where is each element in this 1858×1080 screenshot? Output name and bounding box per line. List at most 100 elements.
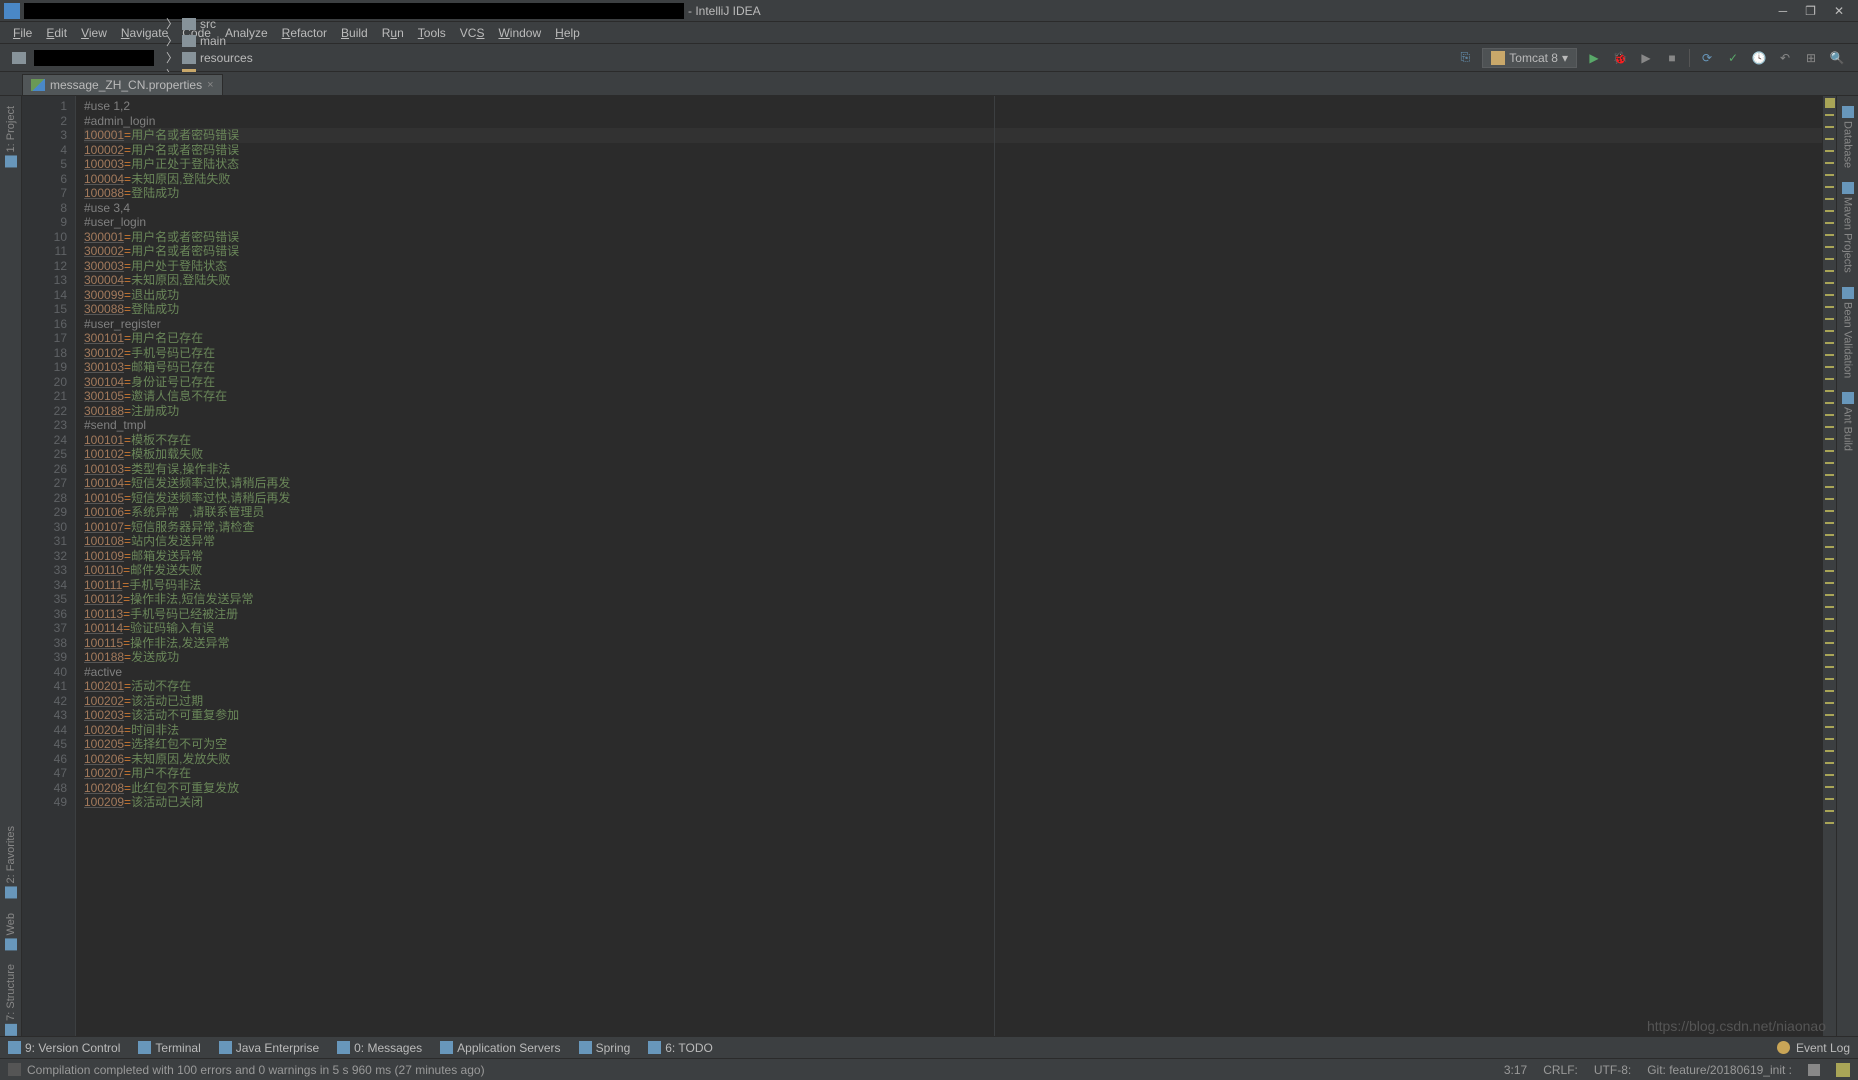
code-line[interactable]: 300104=身份证号已存在 (84, 375, 1822, 390)
file-encoding[interactable]: UTF-8: (1594, 1063, 1631, 1077)
code-line[interactable]: 100111=手机号码非法 (84, 578, 1822, 593)
code-area[interactable]: #use 1,2#admin_login100001=用户名或者密码错误1000… (76, 96, 1822, 1036)
tool-java-enterprise[interactable]: Java Enterprise (219, 1041, 319, 1055)
ide-settings-icon[interactable]: ⊞ (1802, 49, 1820, 67)
breadcrumb-resources[interactable]: 〉resources (160, 49, 358, 66)
code-line[interactable]: #send_tmpl (84, 418, 1822, 433)
code-line[interactable]: 300101=用户名已存在 (84, 331, 1822, 346)
breadcrumb-main[interactable]: 〉main (160, 32, 358, 49)
compile-icon[interactable]: ⎘ (1456, 49, 1474, 67)
code-line[interactable]: 100206=未知原因,发放失败 (84, 752, 1822, 767)
code-line[interactable]: #use 3,4 (84, 201, 1822, 216)
code-line[interactable]: 100001=用户名或者密码错误 (84, 128, 1822, 143)
menu-run[interactable]: Run (375, 26, 411, 40)
code-line[interactable]: 100105=短信发送频率过快,请稍后再发 (84, 491, 1822, 506)
run-config-selector[interactable]: Tomcat 8 ▾ (1482, 48, 1577, 68)
code-line[interactable]: 300004=未知原因,登陆失败 (84, 273, 1822, 288)
code-line[interactable]: 100204=时间非法 (84, 723, 1822, 738)
code-line[interactable]: 100088=登陆成功 (84, 186, 1822, 201)
code-line[interactable]: 100106=系统异常 ,请联系管理员 (84, 505, 1822, 520)
history-button[interactable]: 🕓 (1750, 49, 1768, 67)
debug-button[interactable]: 🐞 (1611, 49, 1629, 67)
code-line[interactable]: 300003=用户处于登陆状态 (84, 259, 1822, 274)
coverage-button[interactable]: ▶ (1637, 49, 1655, 67)
code-line[interactable]: 100003=用户正处于登陆状态 (84, 157, 1822, 172)
menu-edit[interactable]: Edit (39, 26, 74, 40)
revert-button[interactable]: ↶ (1776, 49, 1794, 67)
code-line[interactable]: 300103=邮箱号码已存在 (84, 360, 1822, 375)
rail-web[interactable]: Web (5, 913, 17, 950)
code-line[interactable]: 100004=未知原因,登陆失败 (84, 172, 1822, 187)
event-log-button[interactable]: Event Log (1796, 1041, 1850, 1055)
tool-6-todo[interactable]: 6: TODO (648, 1041, 713, 1055)
code-line[interactable]: 100101=模板不存在 (84, 433, 1822, 448)
code-line[interactable]: 100202=该活动已过期 (84, 694, 1822, 709)
rail-bean-validation[interactable]: Bean Validation (1842, 287, 1854, 378)
code-line[interactable]: 100203=该活动不可重复参加 (84, 708, 1822, 723)
lock-icon[interactable] (1808, 1064, 1820, 1076)
code-line[interactable]: 300188=注册成功 (84, 404, 1822, 419)
update-button[interactable]: ⟳ (1698, 49, 1716, 67)
menu-window[interactable]: Window (491, 26, 548, 40)
code-line[interactable]: 300002=用户名或者密码错误 (84, 244, 1822, 259)
stop-button[interactable]: ■ (1663, 49, 1681, 67)
code-line[interactable]: 300102=手机号码已存在 (84, 346, 1822, 361)
tool-terminal[interactable]: Terminal (138, 1041, 200, 1055)
code-line[interactable]: #admin_login (84, 114, 1822, 129)
commit-button[interactable]: ✓ (1724, 49, 1742, 67)
git-branch[interactable]: Git: feature/20180619_init : (1647, 1063, 1792, 1077)
code-line[interactable]: 100115=操作非法,发送异常 (84, 636, 1822, 651)
inspection-indicator[interactable] (1825, 98, 1835, 108)
code-line[interactable]: #use 1,2 (84, 99, 1822, 114)
rail-ant-build[interactable]: Ant Build (1842, 392, 1854, 451)
tool-0-messages[interactable]: 0: Messages (337, 1041, 422, 1055)
rail-maven-projects[interactable]: Maven Projects (1842, 182, 1854, 273)
code-line[interactable]: 100113=手机号码已经被注册 (84, 607, 1822, 622)
error-stripe[interactable] (1822, 96, 1836, 1036)
code-line[interactable]: 300088=登陆成功 (84, 302, 1822, 317)
code-line[interactable]: 100108=站内信发送异常 (84, 534, 1822, 549)
code-line[interactable]: #active (84, 665, 1822, 680)
line-separator[interactable]: CRLF: (1543, 1063, 1578, 1077)
close-icon[interactable]: × (207, 79, 213, 91)
code-line[interactable]: 100002=用户名或者密码错误 (84, 143, 1822, 158)
code-line[interactable]: 100209=该活动已关闭 (84, 795, 1822, 810)
code-line[interactable]: #user_register (84, 317, 1822, 332)
tool-9-version-control[interactable]: 9: Version Control (8, 1041, 120, 1055)
menu-file[interactable]: File (6, 26, 39, 40)
code-line[interactable]: 100110=邮件发送失败 (84, 563, 1822, 578)
tool-spring[interactable]: Spring (579, 1041, 631, 1055)
project-root[interactable] (6, 50, 160, 66)
code-line[interactable]: 100114=验证码输入有误 (84, 621, 1822, 636)
rail-2-favorites[interactable]: 2: Favorites (5, 826, 17, 898)
run-button[interactable]: ▶ (1585, 49, 1603, 67)
tab-message-properties[interactable]: message_ZH_CN.properties × (22, 74, 223, 95)
code-line[interactable]: 100208=此红包不可重复发放 (84, 781, 1822, 796)
rail-1-project[interactable]: 1: Project (5, 106, 17, 167)
code-line[interactable]: 100201=活动不存在 (84, 679, 1822, 694)
code-line[interactable]: 300001=用户名或者密码错误 (84, 230, 1822, 245)
rail-7-structure[interactable]: 7: Structure (5, 964, 17, 1036)
code-line[interactable]: 100109=邮箱发送异常 (84, 549, 1822, 564)
code-line[interactable]: 100107=短信服务器异常,请检查 (84, 520, 1822, 535)
code-line[interactable]: 100102=模板加载失败 (84, 447, 1822, 462)
code-line[interactable]: 100112=操作非法,短信发送异常 (84, 592, 1822, 607)
tool-application-servers[interactable]: Application Servers (440, 1041, 560, 1055)
code-line[interactable]: 100205=选择红包不可为空 (84, 737, 1822, 752)
code-line[interactable]: 100103=类型有误,操作非法 (84, 462, 1822, 477)
maximize-button[interactable]: ❐ (1805, 4, 1816, 18)
menu-tools[interactable]: Tools (411, 26, 453, 40)
code-line[interactable]: 300099=退出成功 (84, 288, 1822, 303)
menu-help[interactable]: Help (548, 26, 587, 40)
hector-icon[interactable] (1836, 1063, 1850, 1077)
code-line[interactable]: 300105=邀请人信息不存在 (84, 389, 1822, 404)
menu-view[interactable]: View (74, 26, 114, 40)
status-icon[interactable] (8, 1063, 21, 1076)
code-line[interactable]: #user_login (84, 215, 1822, 230)
rail-database[interactable]: Database (1842, 106, 1854, 168)
search-everywhere-icon[interactable]: 🔍 (1828, 49, 1846, 67)
menu-vcs[interactable]: VCS (453, 26, 492, 40)
close-button[interactable]: ✕ (1834, 4, 1844, 18)
breadcrumb-src[interactable]: 〉src (160, 15, 358, 32)
minimize-button[interactable]: ─ (1779, 4, 1788, 18)
